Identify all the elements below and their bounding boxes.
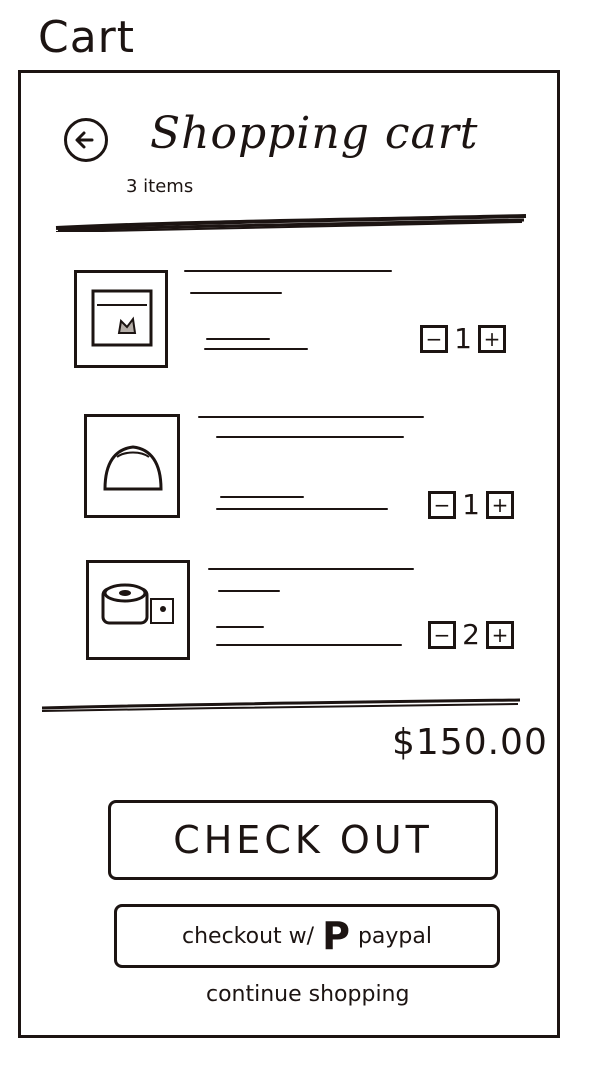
- decrement-button[interactable]: −: [428, 490, 456, 519]
- paypal-label: paypal: [357, 923, 432, 949]
- quantity-stepper: − 1 +: [420, 322, 506, 355]
- plus-icon: +: [491, 622, 509, 647]
- increment-button[interactable]: +: [486, 620, 514, 649]
- decrement-button[interactable]: −: [420, 324, 448, 353]
- continue-shopping-link[interactable]: continue shopping: [206, 982, 409, 1007]
- summary-divider: [41, 698, 521, 712]
- checkout-button[interactable]: CHECK OUT: [108, 800, 498, 880]
- paypal-checkout-button[interactable]: checkout w/ P paypal: [114, 904, 500, 968]
- quantity-value: 2: [462, 618, 480, 651]
- decrement-button[interactable]: −: [428, 620, 456, 649]
- checkout-button-label: CHECK OUT: [173, 818, 433, 862]
- cart-item: − 2 +: [70, 556, 540, 664]
- plus-icon: +: [483, 326, 501, 351]
- back-button[interactable]: [64, 118, 108, 162]
- item-count: 3 items: [126, 176, 194, 197]
- paypal-logo-icon: P: [322, 914, 350, 958]
- cart-item: − 1 +: [70, 262, 540, 372]
- plus-icon: +: [491, 492, 509, 517]
- arrow-left-circle-icon: [75, 131, 94, 149]
- product-image-icon: [74, 270, 168, 368]
- increment-button[interactable]: +: [478, 324, 506, 353]
- increment-button[interactable]: +: [486, 490, 514, 519]
- product-image-icon: [86, 560, 190, 660]
- quantity-value: 1: [454, 322, 472, 355]
- paypal-prefix: checkout w/: [182, 923, 315, 949]
- product-image-icon: [84, 414, 180, 518]
- minus-icon: −: [433, 492, 451, 517]
- header-divider: [55, 214, 527, 232]
- minus-icon: −: [425, 326, 443, 351]
- total-price: $150.00: [392, 722, 548, 763]
- page-title: Shopping cart: [150, 108, 479, 159]
- minus-icon: −: [433, 622, 451, 647]
- cart-item: − 1 +: [70, 408, 540, 524]
- quantity-stepper: − 1 +: [428, 488, 514, 521]
- quantity-value: 1: [462, 488, 480, 521]
- sketch-screen-label: Cart: [38, 12, 136, 63]
- quantity-stepper: − 2 +: [428, 618, 514, 651]
